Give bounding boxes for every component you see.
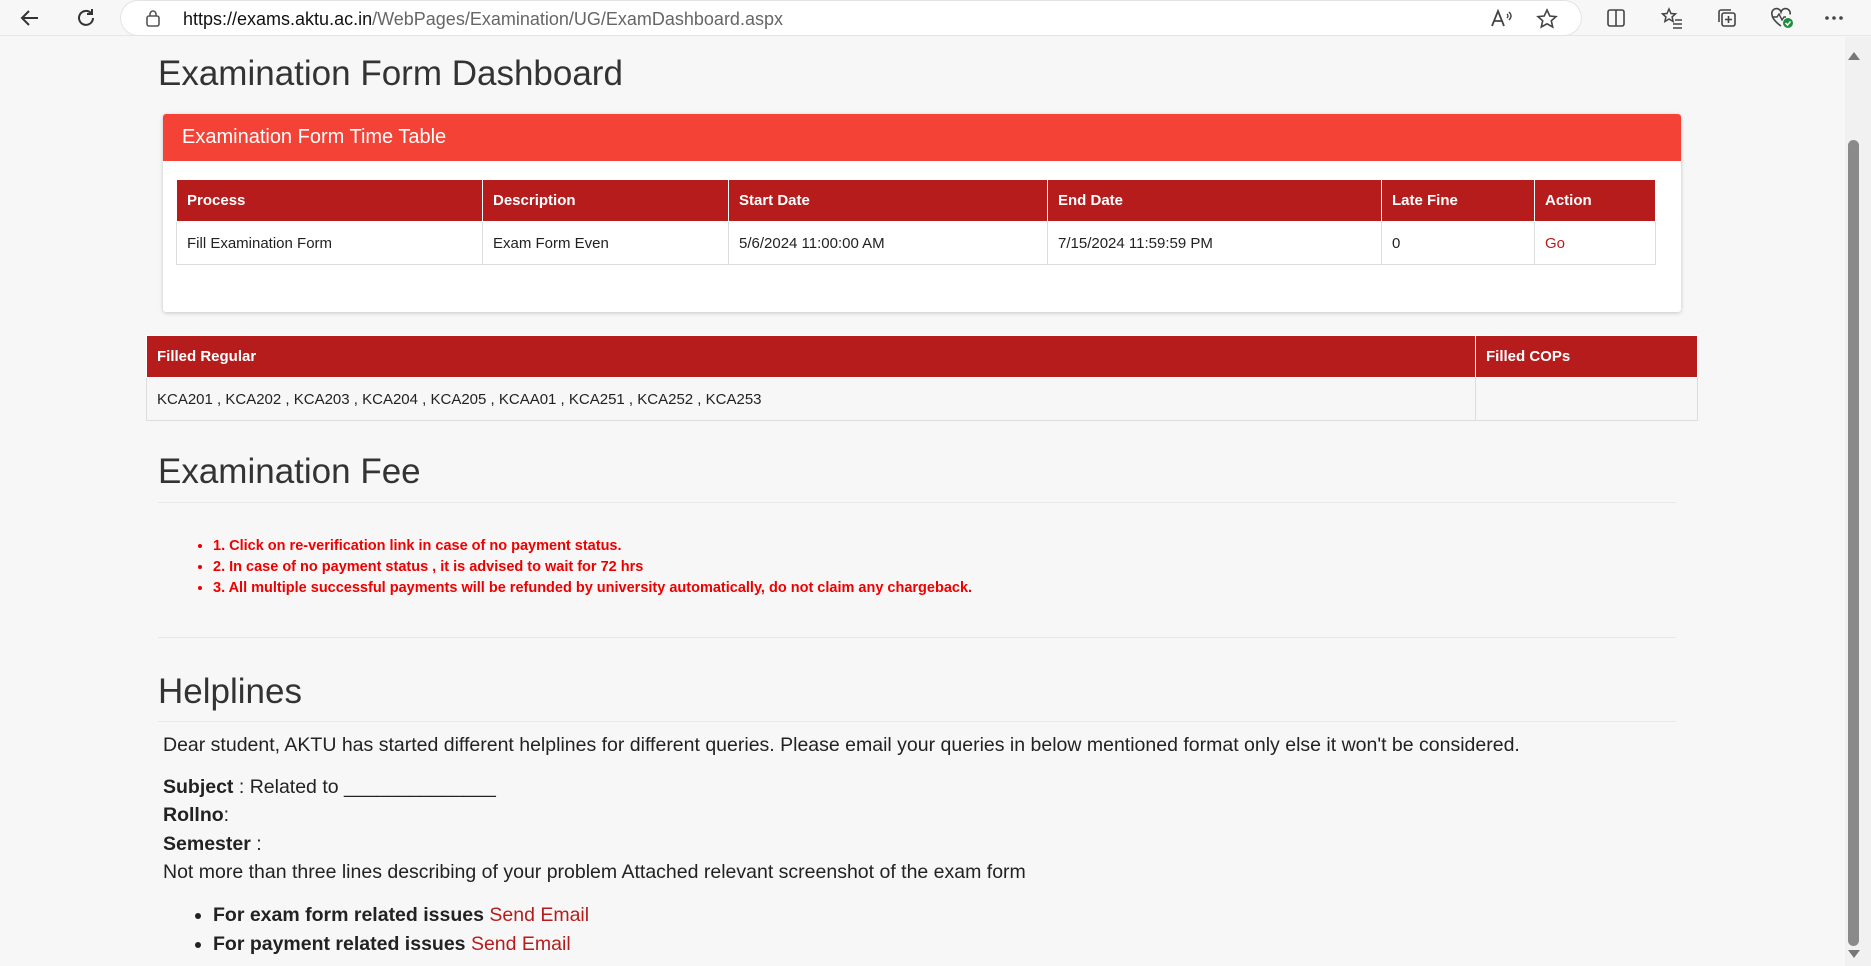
- exam-form-issues-label: For exam form related issues: [213, 904, 484, 926]
- url-text: https://exams.aktu.ac.in/WebPages/Examin…: [183, 9, 783, 30]
- list-item: 2. In case of no payment status , it is …: [213, 557, 972, 578]
- more-menu-button[interactable]: [1821, 5, 1847, 31]
- fee-notes-list: 1. Click on re-verification link in case…: [195, 536, 972, 599]
- cell-filled-regular: KCA201 , KCA202 , KCA203 , KCA204 , KCA2…: [146, 377, 1476, 421]
- semester-value: :: [250, 833, 262, 855]
- payment-issues-label: For payment related issues: [213, 933, 466, 955]
- helplines-divider: [158, 721, 1676, 722]
- col-filled-cops: Filled COPs: [1475, 335, 1698, 378]
- refresh-button[interactable]: [71, 4, 101, 32]
- collections-button[interactable]: [1714, 5, 1740, 31]
- exam-form-send-email-link[interactable]: Send Email: [489, 904, 589, 926]
- scroll-thumb[interactable]: [1848, 140, 1859, 946]
- payment-send-email-link[interactable]: Send Email: [471, 933, 571, 955]
- cell-start-date: 5/6/2024 11:00:00 AM: [728, 221, 1048, 265]
- lock-icon: [146, 10, 160, 27]
- back-button[interactable]: [15, 4, 45, 32]
- problem-description: Not more than three lines describing of …: [163, 861, 1026, 883]
- helplines-title: Helplines: [158, 672, 302, 711]
- favorite-star-icon: [1536, 8, 1558, 29]
- split-screen-button[interactable]: [1603, 5, 1629, 31]
- fee-bottom-divider: [158, 637, 1676, 638]
- read-aloud-icon: [1491, 8, 1512, 27]
- col-description: Description: [482, 179, 729, 222]
- cell-process: Fill Examination Form: [176, 221, 483, 265]
- read-aloud-button[interactable]: [1488, 6, 1514, 32]
- table-row: Fill Examination Form Exam Form Even 5/6…: [176, 221, 1656, 265]
- table-header-row: Process Description Start Date End Date …: [176, 179, 1656, 222]
- col-filled-regular: Filled Regular: [146, 335, 1476, 378]
- col-end-date: End Date: [1047, 179, 1382, 222]
- col-start-date: Start Date: [728, 179, 1048, 222]
- timetable-table: Process Description Start Date End Date …: [176, 179, 1656, 265]
- semester-label: Semester: [163, 833, 251, 855]
- refresh-icon: [78, 9, 94, 26]
- favorites-list-icon: [1660, 7, 1682, 29]
- subject-label: Subject: [163, 776, 234, 798]
- timetable-header: Examination Form Time Table: [163, 114, 1681, 161]
- cell-end-date: 7/15/2024 11:59:59 PM: [1047, 221, 1382, 265]
- col-late-fine: Late Fine: [1381, 179, 1535, 222]
- favorite-button[interactable]: [1534, 6, 1560, 32]
- list-item: 3. All multiple successful payments will…: [213, 578, 972, 599]
- scroll-up-arrow[interactable]: [1848, 52, 1860, 60]
- go-link[interactable]: Go: [1545, 235, 1565, 252]
- scroll-down-arrow[interactable]: [1848, 950, 1860, 958]
- cell-description: Exam Form Even: [482, 221, 729, 265]
- list-item: For exam form related issues Send Email: [213, 901, 589, 930]
- more-menu-icon: [1825, 16, 1843, 20]
- rollno-value: :: [223, 804, 230, 826]
- cell-action: Go: [1534, 221, 1656, 265]
- subject-line: Subject : Related to ______________: [163, 776, 496, 799]
- col-action: Action: [1534, 179, 1656, 222]
- page-title: Examination Form Dashboard: [158, 54, 623, 93]
- subject-value: : Related to ______________: [233, 776, 496, 798]
- fee-section-title: Examination Fee: [158, 452, 421, 491]
- semester-line: Semester :: [163, 833, 262, 856]
- split-screen-icon: [1607, 9, 1625, 27]
- rollno-line: Rollno:: [163, 804, 229, 827]
- helpline-links-list: For exam form related issues Send Email …: [195, 901, 589, 959]
- timetable-card: Examination Form Time Table Process Desc…: [163, 114, 1681, 312]
- page-viewport: Examination Form Dashboard Examination F…: [0, 37, 1845, 966]
- helplines-intro: Dear student, AKTU has started different…: [163, 734, 1520, 756]
- browser-health-icon: [1771, 7, 1793, 28]
- list-item: 1. Click on re-verification link in case…: [213, 536, 972, 557]
- cell-late-fine: 0: [1381, 221, 1535, 265]
- col-process: Process: [176, 179, 483, 222]
- list-item: For payment related issues Send Email: [213, 930, 589, 959]
- filled-subjects-table: Filled Regular Filled COPs KCA201 , KCA2…: [146, 335, 1698, 421]
- collections-icon: [1718, 9, 1736, 27]
- favorites-button[interactable]: [1659, 5, 1685, 31]
- address-bar[interactable]: https://exams.aktu.ac.in/WebPages/Examin…: [121, 1, 1581, 35]
- rollno-label: Rollno: [163, 804, 224, 826]
- table-header-row: Filled Regular Filled COPs: [146, 335, 1698, 378]
- table-row: KCA201 , KCA202 , KCA203 , KCA204 , KCA2…: [146, 377, 1698, 421]
- url-path: /WebPages/Examination/UG/ExamDashboard.a…: [372, 9, 783, 29]
- fee-divider: [158, 502, 1676, 503]
- cell-filled-cops: [1475, 377, 1698, 421]
- url-host: https://exams.aktu.ac.in: [183, 9, 373, 29]
- back-icon: [20, 10, 38, 26]
- browser-health-button[interactable]: [1769, 5, 1795, 31]
- browser-toolbar: https://exams.aktu.ac.in/WebPages/Examin…: [0, 0, 1871, 36]
